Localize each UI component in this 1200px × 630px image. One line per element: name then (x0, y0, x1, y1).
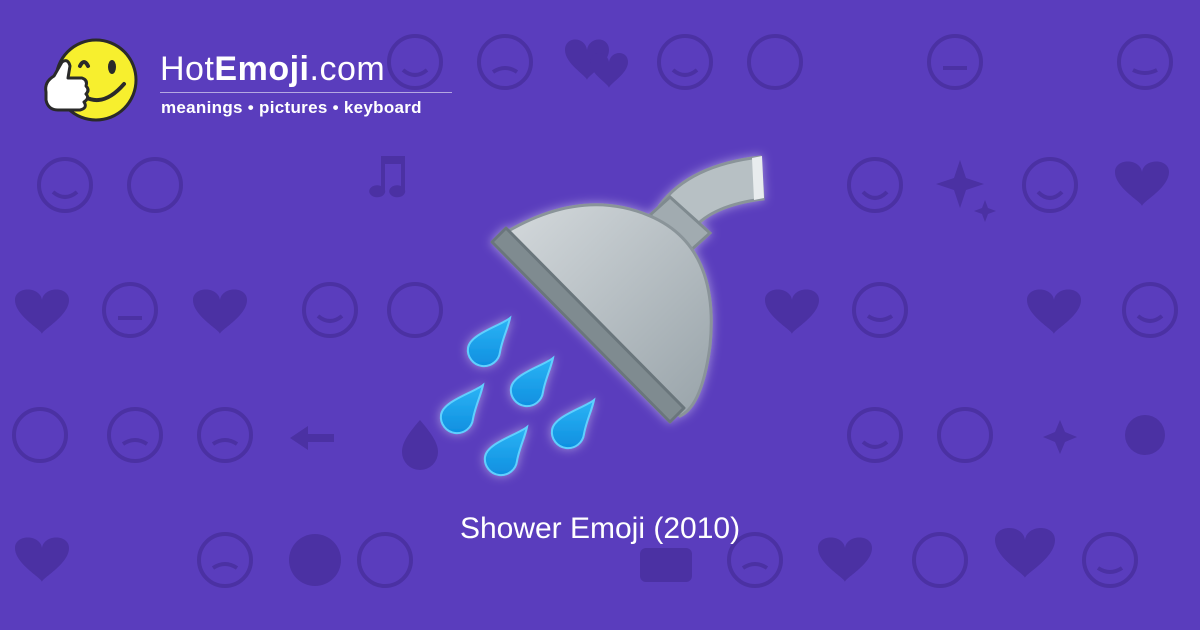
site-name-suffix: .com (309, 50, 386, 88)
winking-thumbs-up-face-icon (44, 38, 138, 122)
shower-icon (439, 155, 765, 477)
site-logo[interactable]: HotEmoji.com meanings • pictures • keybo… (40, 36, 470, 136)
site-name: HotEmoji.com (160, 50, 385, 89)
site-name-bold: Emoji (214, 50, 310, 88)
logo-divider (160, 92, 452, 93)
site-name-prefix: Hot (160, 50, 215, 88)
emoji-caption: Shower Emoji (2010) (459, 512, 741, 545)
site-tagline: meanings • pictures • keyboard (161, 98, 422, 117)
